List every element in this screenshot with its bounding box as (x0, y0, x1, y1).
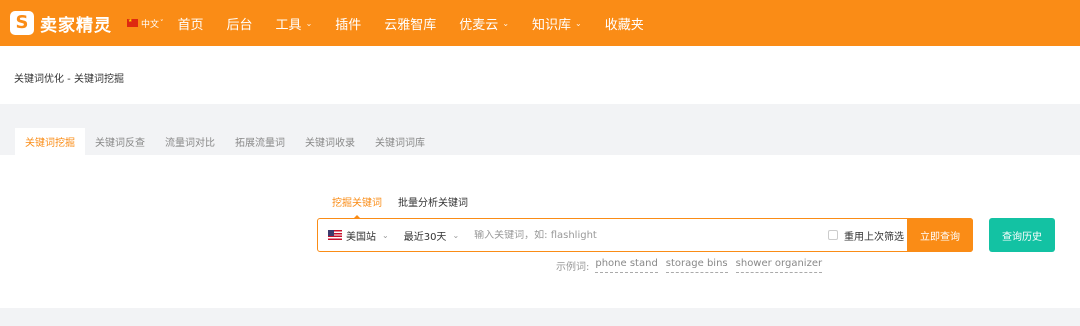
tab-reverse-keyword-lookup[interactable]: 关键词反查 (85, 128, 155, 155)
chevron-down-icon: ⌄ (452, 230, 460, 240)
chevron-down-icon: ⌄ (502, 18, 510, 28)
marketplace-select[interactable]: 美国站 ⌄ (328, 228, 389, 243)
nav-item-youmaiyun[interactable]: 优麦云 ⌄ (459, 14, 509, 33)
search-mode-tabs: 挖掘关键词 批量分析关键词 (332, 194, 484, 219)
nav-item-tools[interactable]: 工具 ⌄ (276, 14, 313, 33)
nav-item-home[interactable]: 首页 (178, 14, 204, 33)
example-keyword-link[interactable]: shower organizer (735, 258, 823, 273)
main-nav: 首页 后台 工具 ⌄ 插件 云雅智库 优麦云 ⌄ 知识库 ⌄ 收藏夹 (178, 14, 667, 33)
nav-item-favorites[interactable]: 收藏夹 (605, 14, 644, 33)
language-label: 中文 (141, 19, 160, 30)
breadcrumb-band: 关键词优化 - 关键词挖掘 (0, 46, 1080, 104)
tool-tabs: 关键词挖掘 关键词反查 流量词对比 拓展流量词 关键词收录 关键词词库 (15, 128, 435, 155)
subtab-mine-keywords[interactable]: 挖掘关键词 (332, 194, 382, 219)
keyword-search-input[interactable] (474, 229, 795, 241)
example-keyword-link[interactable]: phone stand (595, 258, 658, 273)
nav-item-yunya-library[interactable]: 云雅智库 (384, 14, 436, 33)
top-navbar: S 卖家精灵 中文 ˅ 首页 后台 工具⌄ 插件 云雅智库 优麦云⌄ 知识库⌄ … (0, 0, 1080, 46)
period-select[interactable]: 最近30天 ⌄ (404, 228, 459, 243)
s-logo-icon: S (10, 11, 34, 35)
search-panel: 挖掘关键词 批量分析关键词 美国站 ⌄ 最近30天 ⌄ 重用上次筛选 立即查询 … (0, 155, 1080, 308)
tab-keyword-indexing[interactable]: 关键词收录 (295, 128, 365, 155)
chevron-down-icon: ˅ (160, 19, 164, 27)
tab-keyword-library[interactable]: 关键词词库 (365, 128, 435, 155)
logo[interactable]: S 卖家精灵 (10, 11, 112, 36)
reuse-filter-label: 重用上次筛选 (844, 231, 904, 243)
breadcrumb: 关键词优化 - 关键词挖掘 (14, 74, 124, 85)
chevron-down-icon: ⌄ (305, 18, 313, 28)
subtab-batch-analyze[interactable]: 批量分析关键词 (398, 194, 468, 209)
chevron-down-icon: ⌄ (575, 18, 582, 28)
logo-text: 卖家精灵 (40, 15, 112, 36)
chevron-down-icon: ⌄ (382, 230, 389, 240)
nav-item-knowledge-base[interactable]: 知识库 ⌄ (532, 14, 582, 33)
query-button[interactable]: 立即查询 (907, 218, 973, 252)
tab-expand-traffic-keywords[interactable]: 拓展流量词 (225, 128, 295, 155)
china-flag-icon (127, 18, 138, 27)
period-label: 最近30天 (403, 231, 447, 243)
example-keyword-link[interactable]: storage bins (665, 258, 728, 273)
examples-label: 示例词: (556, 262, 590, 273)
reuse-filter-toggle[interactable]: 重用上次筛选 (828, 228, 904, 243)
nav-item-backend[interactable]: 后台 (227, 14, 253, 33)
tab-traffic-keyword-compare[interactable]: 流量词对比 (155, 128, 225, 155)
marketplace-label: 美国站 (346, 231, 376, 243)
nav-item-plugins[interactable]: 插件 (335, 14, 361, 33)
reuse-filter-checkbox[interactable] (828, 230, 838, 240)
example-keywords: 示例词: phone stand storage bins shower org… (556, 258, 830, 273)
tab-keyword-mining[interactable]: 关键词挖掘 (15, 128, 85, 155)
us-flag-icon (328, 230, 342, 240)
query-history-button[interactable]: 查询历史 (989, 218, 1055, 252)
search-bar: 美国站 ⌄ 最近30天 ⌄ 重用上次筛选 立即查询 (317, 218, 973, 252)
language-switcher[interactable]: 中文 ˅ (127, 17, 164, 30)
